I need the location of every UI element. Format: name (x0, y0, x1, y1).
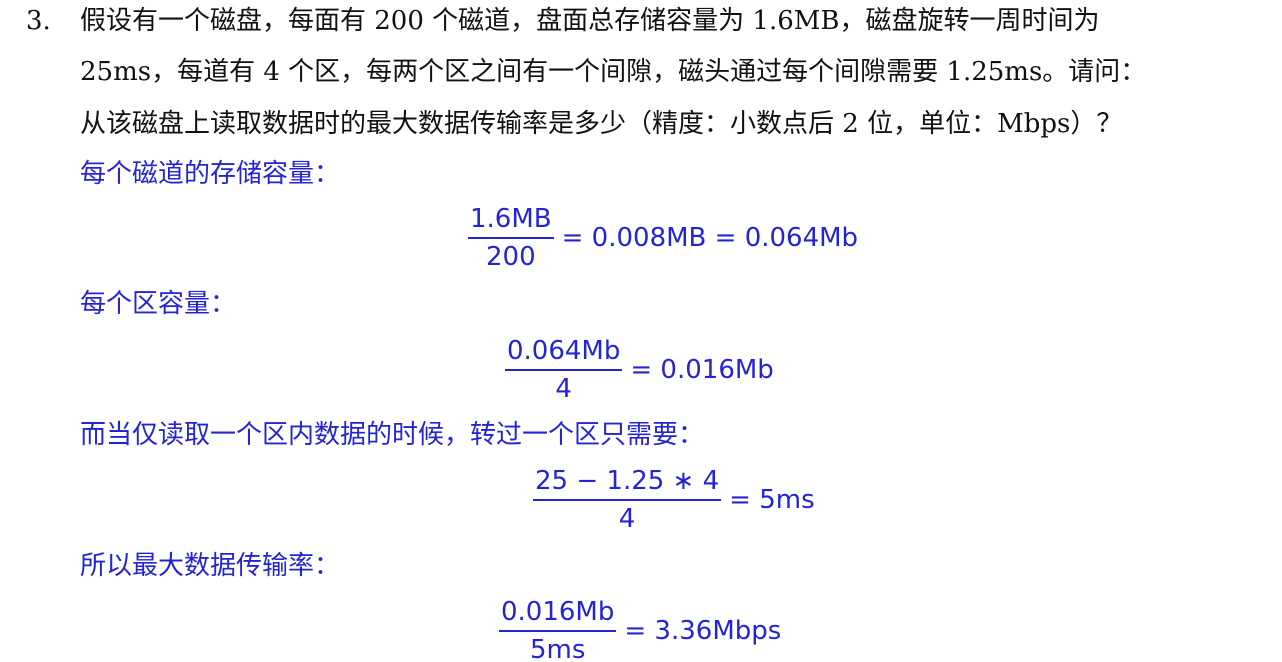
fraction-denominator: 4 (618, 504, 636, 534)
equation-result: = 0.016Mb (630, 355, 774, 385)
solution-step3-text: 而当仅读取一个区内数据的时候，转过一个区只需要： (80, 420, 705, 450)
question-line-1: 假设有一个磁盘，每面有 200 个磁道，盘面总存储容量为 1.6MB，磁盘旋转一… (80, 6, 1100, 36)
fraction: 0.064Mb 4 (505, 335, 623, 405)
fraction-denominator: 4 (555, 374, 572, 404)
fraction: 1.6MB 200 (468, 203, 554, 273)
solution-step3-equation: 25 − 1.25 ∗ 4 4 = 5ms (533, 465, 815, 535)
fraction: 25 − 1.25 ∗ 4 4 (533, 465, 722, 535)
solution-step2-equation: 0.064Mb 4 = 0.016Mb (505, 335, 774, 405)
fraction-numerator: 0.016Mb (501, 597, 615, 627)
fraction-numerator: 25 − 1.25 ∗ 4 (535, 466, 720, 496)
question-number: 3. (26, 6, 51, 36)
fraction-numerator: 0.064Mb (507, 336, 621, 366)
equation-result: = 5ms (729, 485, 815, 515)
question-line-2: 25ms，每道有 4 个区，每两个区之间有一个间隙，磁头通过每个间隙需要 1.2… (80, 57, 1147, 87)
equation-result: = 3.36Mbps (624, 616, 782, 646)
fraction-denominator: 5ms (529, 635, 586, 662)
solution-step1-text: 每个磁道的存储容量： (80, 159, 341, 189)
solution-step4-text: 所以最大数据传输率： (80, 551, 341, 581)
fraction-numerator: 1.6MB (470, 204, 552, 234)
solution-step1-equation: 1.6MB 200 = 0.008MB = 0.064Mb (468, 203, 858, 273)
fraction-denominator: 200 (485, 242, 536, 272)
document-page: 3. 假设有一个磁盘，每面有 200 个磁道，盘面总存储容量为 1.6MB，磁盘… (0, 0, 1282, 662)
solution-step2-text: 每个区容量： (80, 289, 237, 319)
fraction: 0.016Mb 5ms (499, 596, 617, 662)
question-line-3: 从该磁盘上读取数据时的最大数据传输率是多少（精度：小数点后 2 位，单位：Mbp… (80, 109, 1123, 139)
solution-step4-equation: 0.016Mb 5ms = 3.36Mbps (499, 596, 781, 662)
equation-result: = 0.008MB = 0.064Mb (561, 223, 859, 253)
